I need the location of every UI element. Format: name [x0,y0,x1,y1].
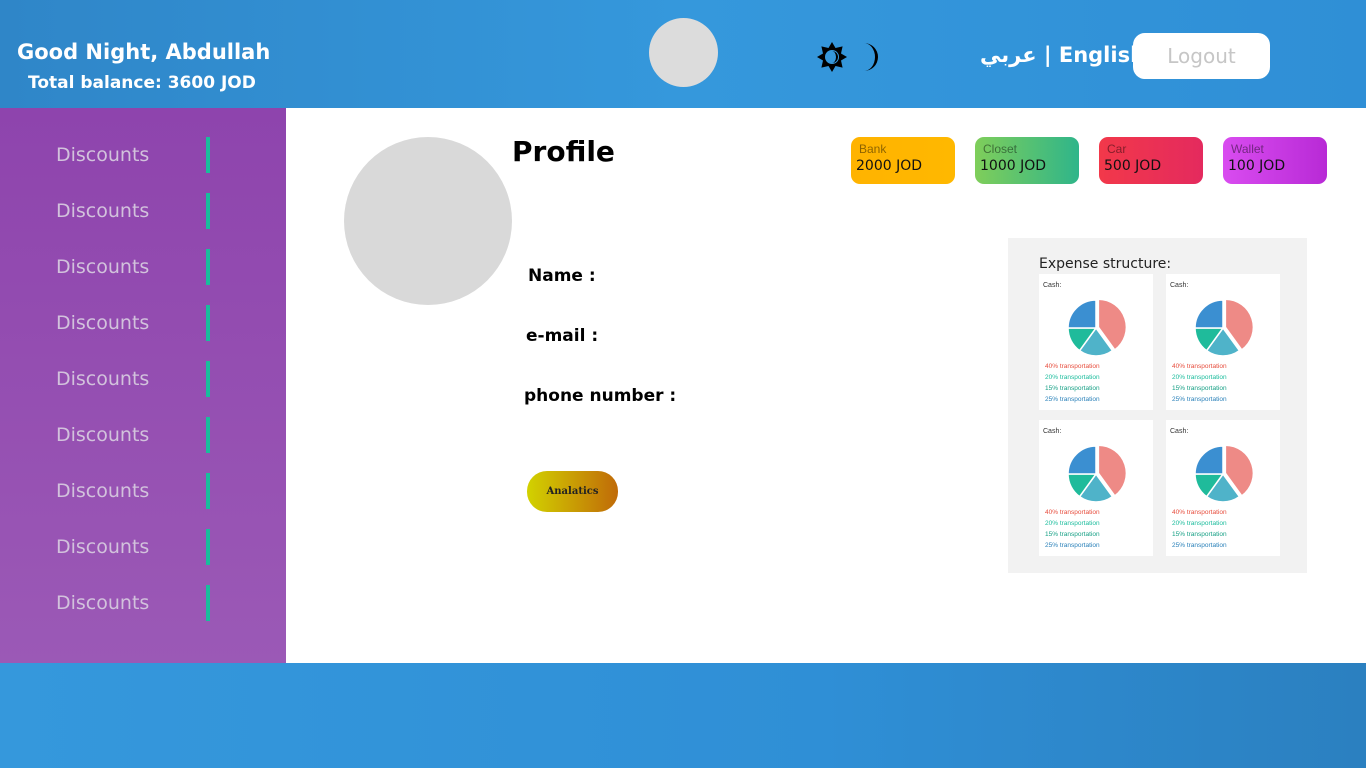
expense-structure-panel: Expense structure: Cash: 40% transportat… [1008,238,1307,573]
sidebar-item-discounts[interactable]: Discounts [56,417,216,453]
email-label: e-mail : [526,326,599,346]
pie-chart [1194,444,1254,503]
lang-separator: | [1036,43,1059,67]
legend-item: 40% transportation [1045,509,1100,516]
expense-card[interactable]: Cash: 40% transportation 20% transportat… [1039,420,1153,556]
sidebar-item-indicator [206,585,210,621]
account-card-bank[interactable]: Bank 2000 JOD [851,137,955,184]
legend-item: 20% transportation [1172,520,1227,527]
account-card-title: Closet [983,142,1018,156]
sidebar-item-discounts[interactable]: Discounts [56,193,216,229]
sidebar-item-discounts[interactable]: Discounts [56,137,216,173]
expense-card-title: Cash: [1043,428,1062,435]
sidebar-item-discounts[interactable]: Discounts [56,305,216,341]
sidebar-item-label: Discounts [56,592,150,614]
moon-icon[interactable] [858,42,882,72]
lang-arabic[interactable]: عربي [980,43,1037,67]
sidebar-item-discounts[interactable]: Discounts [56,361,216,397]
sidebar-item-label: Discounts [56,536,150,558]
pie-slice-25 [1194,445,1224,475]
legend-item: 25% transportation [1045,542,1100,549]
pie-chart [1067,444,1127,503]
page-title: Profile [512,135,615,168]
greeting-text: Good Night, Abdullah [17,40,271,64]
sun-icon[interactable] [816,41,848,73]
legend-item: 20% transportation [1045,374,1100,381]
account-card-title: Wallet [1231,142,1264,156]
sidebar-item-label: Discounts [56,200,150,222]
expense-card-title: Cash: [1043,282,1062,289]
sidebar-item-discounts[interactable]: Discounts [56,473,216,509]
phone-label: phone number : [524,386,677,406]
profile-panel: Profile Name : e-mail : phone number : A… [286,108,1366,663]
pie-slice-25 [1194,299,1224,329]
legend-item: 15% transportation [1045,385,1100,392]
top-header: Good Night, Abdullah Total balance: 3600… [0,0,1366,108]
sidebar-item-discounts[interactable]: Discounts [56,529,216,565]
account-card-closet[interactable]: Closet 1000 JOD [975,137,1079,184]
pie-slice-25 [1067,299,1097,329]
legend-item: 15% transportation [1172,531,1227,538]
account-card-title: Bank [859,142,887,156]
account-card-title: Car [1107,142,1127,156]
sidebar-item-indicator [206,249,210,285]
expense-title: Expense structure: [1039,256,1172,272]
legend-item: 40% transportation [1172,363,1227,370]
legend-item: 20% transportation [1045,520,1100,527]
sidebar-item-label: Discounts [56,480,150,502]
sidebar-item-indicator [206,137,210,173]
user-avatar[interactable] [649,18,718,87]
logout-button[interactable]: Logout [1133,33,1270,79]
account-card-car[interactable]: Car 500 JOD [1099,137,1203,184]
pie-chart [1067,298,1127,357]
sidebar-item-label: Discounts [56,144,150,166]
expense-card-title: Cash: [1170,428,1189,435]
profile-picture[interactable] [344,137,512,305]
expense-card[interactable]: Cash: 40% transportation 20% transportat… [1166,274,1280,410]
legend-item: 15% transportation [1045,531,1100,538]
pie-slice-25 [1067,445,1097,475]
sidebar-item-indicator [206,417,210,453]
sidebar-item-label: Discounts [56,256,150,278]
sidebar-item-indicator [206,361,210,397]
expense-card[interactable]: Cash: 40% transportation 20% transportat… [1166,420,1280,556]
footer-background [0,663,1366,768]
sidebar-item-discounts[interactable]: Discounts [56,585,216,621]
language-switcher: عربي | English [980,43,1145,67]
legend-item: 40% transportation [1172,509,1227,516]
sidebar-item-label: Discounts [56,424,150,446]
legend-item: 20% transportation [1172,374,1227,381]
legend-item: 40% transportation [1045,363,1100,370]
sidebar: Discounts Discounts Discounts Discounts … [0,108,286,663]
pie-chart [1194,298,1254,357]
total-balance: Total balance: 3600 JOD [28,73,256,93]
account-card-amount: 500 JOD [1104,158,1162,174]
sidebar-item-indicator [206,473,210,509]
account-card-wallet[interactable]: Wallet 100 JOD [1223,137,1327,184]
name-label: Name : [528,266,596,286]
analytics-button[interactable]: Analatics [527,471,618,512]
legend-item: 15% transportation [1172,385,1227,392]
legend-item: 25% transportation [1045,396,1100,403]
account-card-amount: 100 JOD [1228,158,1286,174]
sidebar-item-indicator [206,193,210,229]
expense-card-title: Cash: [1170,282,1189,289]
sidebar-item-label: Discounts [56,312,150,334]
sidebar-item-indicator [206,305,210,341]
account-card-amount: 2000 JOD [856,158,923,174]
account-card-amount: 1000 JOD [980,158,1047,174]
sidebar-item-indicator [206,529,210,565]
legend-item: 25% transportation [1172,542,1227,549]
expense-card[interactable]: Cash: 40% transportation 20% transportat… [1039,274,1153,410]
sidebar-item-label: Discounts [56,368,150,390]
legend-item: 25% transportation [1172,396,1227,403]
sidebar-item-discounts[interactable]: Discounts [56,249,216,285]
